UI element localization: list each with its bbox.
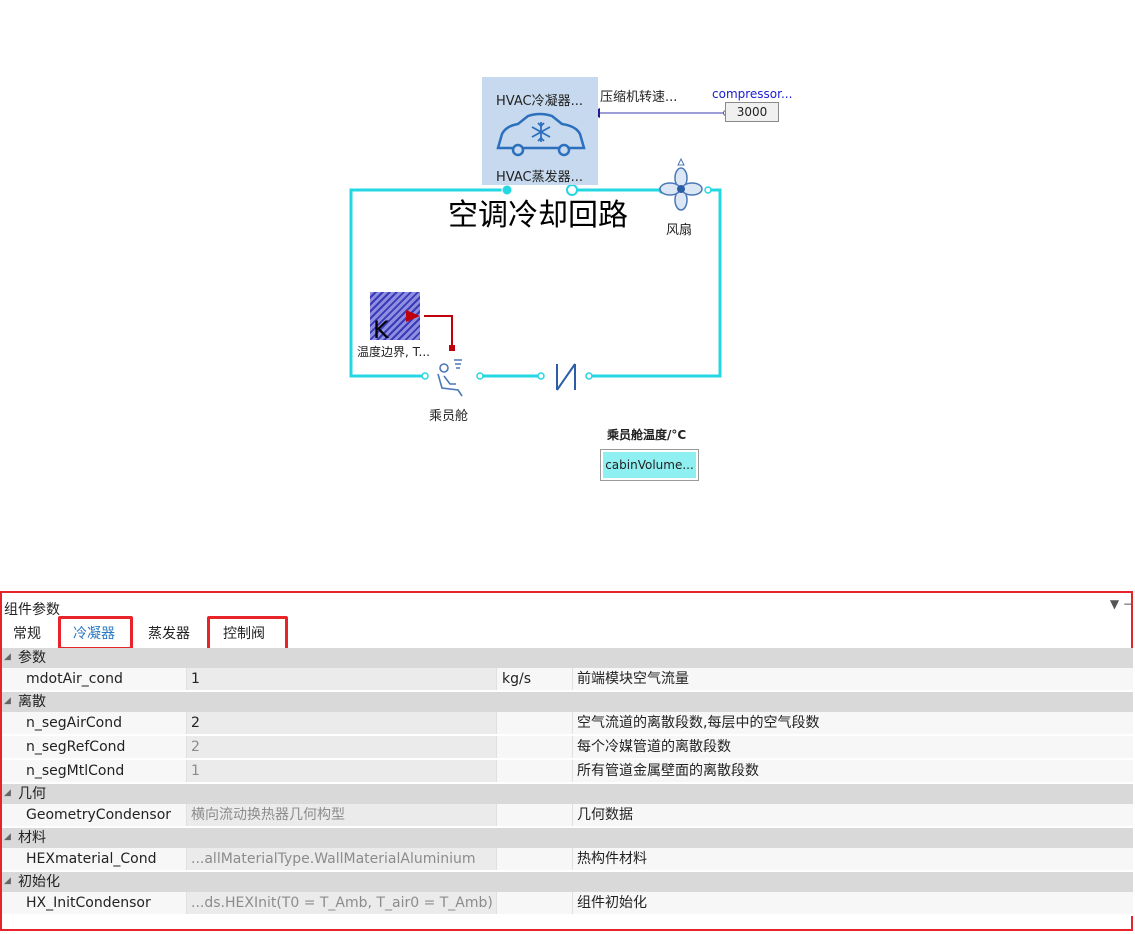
cabin-label: 乘员舱 — [429, 409, 469, 424]
table-row[interactable]: mdotAir_cond 1 kg/s 前端模块空气流量 — [2, 668, 1133, 692]
hvac-component[interactable]: HVAC冷凝器... HVAC蒸发器... — [482, 77, 598, 185]
table-row[interactable]: n_segMtlCond 1 所有管道金属壁面的离散段数 — [2, 760, 1133, 784]
compressor-speed-value-box[interactable]: 3000 — [725, 102, 779, 122]
parameter-grid: ◢ 参数 mdotAir_cond 1 kg/s 前端模块空气流量 ◢ 离散 n… — [2, 648, 1133, 916]
expansion-valve-icon[interactable] — [553, 362, 579, 392]
table-row[interactable]: n_segRefCond 2 每个冷媒管道的离散段数 — [2, 736, 1133, 760]
collapse-arrow-icon[interactable]: ◢ — [4, 647, 11, 667]
boundary-kelvin-letter: K — [373, 316, 389, 344]
group-parameters[interactable]: ◢ 参数 — [2, 648, 1133, 668]
tab-evaporator[interactable]: 蒸发器 — [148, 623, 190, 645]
cabin-temperature-title: 乘员舱温度/°C — [607, 428, 687, 442]
compressor-speed-label: 压缩机转速... — [600, 90, 678, 105]
collapse-arrow-icon[interactable]: ◢ — [4, 691, 11, 711]
fan-label: 风扇 — [666, 223, 693, 238]
group-material[interactable]: ◢ 材料 — [2, 828, 1133, 848]
table-row[interactable]: HX_InitCondensor ...ds.HEXInit(T0 = T_Am… — [2, 892, 1133, 916]
component-parameters-panel: 组件参数 ▼ − 常规 冷凝器 蒸发器 控制阀 ◢ 参数 mdotAir_con… — [0, 591, 1133, 931]
collapse-arrow-icon[interactable]: ◢ — [4, 871, 11, 891]
panel-window-controls[interactable]: ▼ − — [1110, 597, 1133, 611]
hvac-condenser-label: HVAC冷凝器... — [496, 94, 583, 109]
group-discretization[interactable]: ◢ 离散 — [2, 692, 1133, 712]
fan-icon[interactable] — [658, 157, 706, 213]
tab-control-valve[interactable]: 控制阀 — [223, 623, 265, 645]
collapse-arrow-icon[interactable]: ◢ — [4, 827, 11, 847]
table-row[interactable]: GeometryCondensor 横向流动换热器几何构型 几何数据 — [2, 804, 1133, 828]
collapse-arrow-icon[interactable]: ◢ — [4, 783, 11, 803]
table-row[interactable]: n_segAirCond 2 空气流道的离散段数,每层中的空气段数 — [2, 712, 1133, 736]
cabin-temperature-value: cabinVolume... — [603, 452, 696, 478]
tab-condenser[interactable]: 冷凝器 — [73, 623, 115, 645]
loop-title: 空调冷却回路 — [448, 198, 628, 233]
group-initialization[interactable]: ◢ 初始化 — [2, 872, 1133, 892]
parameter-tabs: 常规 冷凝器 蒸发器 控制阀 — [2, 616, 1131, 654]
temperature-boundary-label: 温度边界, T... — [357, 345, 430, 359]
compressor-source-label: compressor... — [712, 87, 793, 101]
cabin-temperature-display[interactable]: cabinVolume... — [600, 449, 699, 481]
cabin-seat-icon[interactable] — [432, 356, 472, 400]
group-geometry[interactable]: ◢ 几何 — [2, 784, 1133, 804]
car-snowflake-icon — [496, 112, 586, 157]
hvac-evaporator-label: HVAC蒸发器... — [496, 170, 583, 185]
table-row[interactable]: HEXmaterial_Cond ...allMaterialType.Wall… — [2, 848, 1133, 872]
diagram-canvas: HVAC冷凝器... HVAC蒸发器... 压缩机转速... compresso… — [0, 0, 1135, 590]
panel-title: 组件参数 — [4, 602, 60, 618]
tab-general[interactable]: 常规 — [13, 623, 41, 645]
